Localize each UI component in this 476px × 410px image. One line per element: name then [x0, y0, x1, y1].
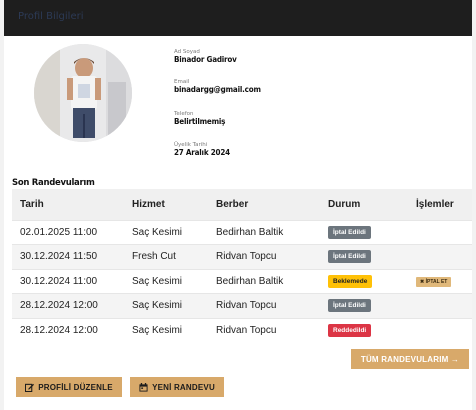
- cell-barber: Ridvan Topcu: [208, 244, 320, 269]
- cell-status: Beklemede: [320, 268, 408, 294]
- profile-page: Profil Bilgileri Ad Soyad Binador Gadiro…: [4, 0, 472, 410]
- cancel-appointment-button[interactable]: ✖ İPTAL ET: [416, 277, 452, 288]
- appointments-title: Son Randevularım: [12, 178, 95, 188]
- cell-service: Fresh Cut: [124, 244, 208, 269]
- cell-barber: Ridvan Topcu: [208, 293, 320, 318]
- column-header-status: Durum: [328, 198, 361, 210]
- column-header-actions: İşlemler: [416, 198, 454, 210]
- cell-status: Reddedildi: [320, 317, 408, 343]
- member-since-block: Üyelik Tarihi 27 Aralık 2024: [174, 142, 230, 157]
- member-since-value: 27 Aralık 2024: [174, 148, 230, 157]
- phone-block: Telefon Belirtilmemiş: [174, 111, 225, 126]
- table-row: 28.12.2024 12:00 Saç Kesimi Ridvan Topcu…: [12, 317, 472, 343]
- name-block: Ad Soyad Binador Gadirov: [174, 49, 237, 64]
- cell-date: 28.12.2024 12:00: [12, 293, 124, 318]
- cell-status: İptal Edildi: [320, 293, 408, 318]
- avatar-photo: [34, 44, 132, 142]
- cell-actions: [408, 219, 472, 245]
- column-header-date: Tarih: [20, 198, 44, 210]
- cell-date: 02.01.2025 11:00: [12, 219, 124, 245]
- cell-date: 28.12.2024 12:00: [12, 317, 124, 343]
- phone-value: Belirtilmemiş: [174, 117, 226, 126]
- calendar-icon: [139, 382, 148, 392]
- cell-status: İptal Edildi: [320, 219, 408, 245]
- new-appointment-button[interactable]: YENİ RANDEVU: [130, 377, 224, 397]
- edit-icon: [25, 383, 35, 392]
- cancel-label: İPTAL ET: [425, 279, 448, 286]
- cell-date: 30.12.2024 11:00: [12, 268, 124, 294]
- status-badge: İptal Edildi: [328, 299, 371, 313]
- cell-service: Saç Kesimi: [124, 219, 208, 245]
- cell-date: 30.12.2024 11:50: [12, 244, 124, 269]
- avatar: [34, 44, 132, 142]
- email-value: binadargg@gmail.com: [174, 85, 261, 94]
- column-header-service: Hizmet: [132, 198, 165, 210]
- table-row: 30.12.2024 11:00 Saç Kesimi Bedirhan Bal…: [12, 268, 472, 294]
- all-appointments-button[interactable]: TÜM RANDEVULARIM →: [351, 349, 469, 369]
- cell-actions: [408, 317, 472, 343]
- cell-actions: ✖ İPTAL ET: [408, 268, 472, 294]
- page-title: Profil Bilgileri: [18, 11, 84, 22]
- table-header-row: Tarih Hizmet Berber Durum İşlemler: [12, 189, 472, 220]
- cell-actions: [408, 293, 472, 318]
- edit-profile-label: PROFİLİ DÜZENLE: [38, 382, 113, 392]
- appointments-table: Tarih Hizmet Berber Durum İşlemler 02.01…: [12, 189, 472, 343]
- status-badge: İptal Edildi: [328, 250, 371, 264]
- cell-barber: Bedirhan Baltik: [208, 268, 320, 294]
- edit-profile-button[interactable]: PROFİLİ DÜZENLE: [16, 377, 122, 397]
- cell-barber: Bedirhan Baltik: [208, 219, 320, 245]
- name-value: Binador Gadirov: [174, 55, 237, 64]
- top-bar: Profil Bilgileri: [4, 0, 472, 36]
- cell-service: Saç Kesimi: [124, 317, 208, 343]
- new-appointment-label: YENİ RANDEVU: [152, 382, 215, 392]
- email-block: Email binadargg@gmail.com: [174, 79, 261, 94]
- cell-service: Saç Kesimi: [124, 268, 208, 294]
- cell-status: İptal Edildi: [320, 244, 408, 269]
- column-header-barber: Berber: [216, 198, 249, 210]
- table-row: 28.12.2024 12:00 Saç Kesimi Ridvan Topcu…: [12, 293, 472, 318]
- table-row: 30.12.2024 11:50 Fresh Cut Ridvan Topcu …: [12, 244, 472, 269]
- status-badge: İptal Edildi: [328, 225, 371, 239]
- status-badge: Beklemede: [328, 274, 373, 288]
- cell-service: Saç Kesimi: [124, 293, 208, 318]
- cell-actions: [408, 244, 472, 269]
- cell-barber: Ridvan Topcu: [208, 317, 320, 343]
- status-badge: Reddedildi: [328, 324, 372, 337]
- table-row: 02.01.2025 11:00 Saç Kesimi Bedirhan Bal…: [12, 219, 472, 245]
- all-appointments-label: TÜM RANDEVULARIM →: [360, 354, 460, 364]
